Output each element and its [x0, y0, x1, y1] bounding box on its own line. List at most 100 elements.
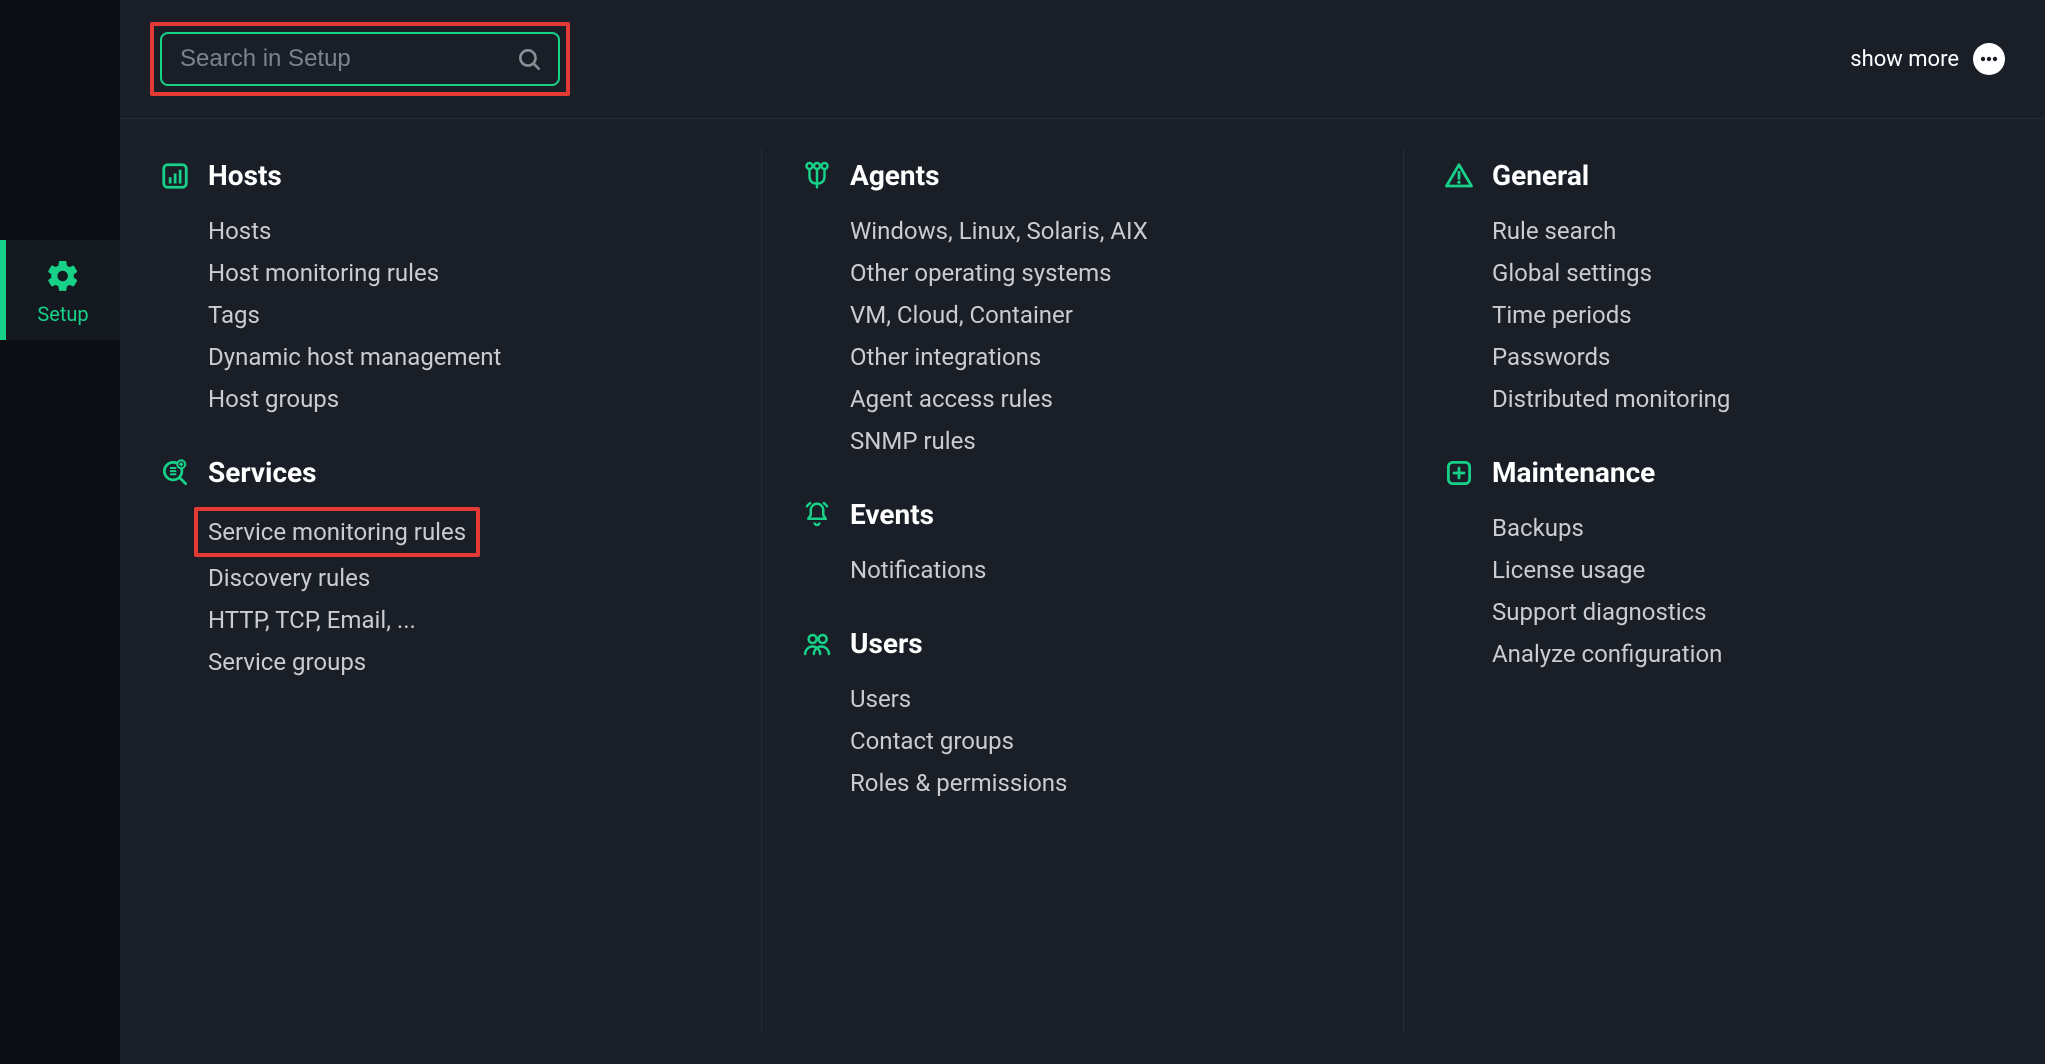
menu-item-label: Time periods [1492, 301, 1632, 329]
menu-item-label: Backups [1492, 514, 1584, 542]
item-list: Hosts Host monitoring rules Tags Dynamic ho… [160, 210, 721, 420]
section-title: Hosts [208, 159, 282, 192]
menu-item[interactable]: Time periods [1492, 294, 2005, 336]
section-header[interactable]: Agents [802, 159, 1363, 192]
branches-icon [802, 161, 832, 191]
item-list: Notifications [802, 549, 1363, 591]
menu-item-label: Service groups [208, 648, 366, 676]
menu-item-label: Discovery rules [208, 564, 370, 592]
search-icon[interactable] [516, 46, 542, 72]
menu-item-label: VM, Cloud, Container [850, 301, 1073, 329]
menu-item-label: Global settings [1492, 259, 1652, 287]
menu-item[interactable]: Service groups [208, 641, 721, 683]
menu-item[interactable]: Distributed monitoring [1492, 378, 2005, 420]
menu-item[interactable]: Hosts [208, 210, 721, 252]
menu-item-label: Host monitoring rules [208, 259, 439, 287]
item-list: Rule search Global settings Time periods Pa… [1444, 210, 2005, 420]
menu-item-label: Users [850, 685, 911, 713]
menu-item-label: Rule search [1492, 217, 1616, 245]
menu-item[interactable]: Service monitoring rules [208, 507, 721, 557]
search-highlight-box [150, 22, 570, 96]
menu-item-label: Notifications [850, 556, 986, 584]
menu-item[interactable]: Support diagnostics [1492, 591, 2005, 633]
show-more-label: show more [1850, 47, 1959, 72]
section-title: Events [850, 498, 934, 531]
search-input[interactable] [180, 45, 516, 73]
column: Agents Windows, Linux, Solaris, AIX Other … [761, 149, 1403, 1034]
column: Hosts Hosts Host monitoring rules Tags Dynam… [120, 149, 761, 1034]
rail-item-label: Setup [37, 302, 88, 326]
column: General Rule search Global settings Time pe… [1403, 149, 2045, 1034]
menu-item[interactable]: Agent access rules [850, 378, 1363, 420]
menu-item-label: Distributed monitoring [1492, 385, 1730, 413]
menu-item-label: HTTP, TCP, Email, ... [208, 606, 416, 634]
topbar: show more [120, 0, 2045, 119]
section-header[interactable]: Services [160, 456, 721, 489]
ellipsis-icon [1973, 43, 2005, 75]
section-hosts: Hosts Hosts Host monitoring rules Tags Dynam… [160, 159, 721, 420]
menu-item[interactable]: Discovery rules [208, 557, 721, 599]
menu-item[interactable]: Notifications [850, 549, 1363, 591]
menu-item[interactable]: Contact groups [850, 720, 1363, 762]
section-events: Events Notifications [802, 498, 1363, 591]
menu-item[interactable]: Tags [208, 294, 721, 336]
menu-item-label: Dynamic host management [208, 343, 501, 371]
menu-item-label: Analyze configuration [1492, 640, 1722, 668]
rail-item-setup[interactable]: Setup [0, 240, 120, 340]
gear-icon [45, 258, 81, 294]
search-box[interactable] [160, 32, 560, 86]
section-title: Services [208, 456, 317, 489]
menu-item[interactable]: HTTP, TCP, Email, ... [208, 599, 721, 641]
section-header[interactable]: Events [802, 498, 1363, 531]
menu-item[interactable]: Host monitoring rules [208, 252, 721, 294]
menu-item-label: Agent access rules [850, 385, 1053, 413]
section-title: Maintenance [1492, 456, 1655, 489]
menu-item-label: Windows, Linux, Solaris, AIX [850, 217, 1148, 245]
plus-box-icon [1444, 458, 1474, 488]
item-list: Backups License usage Support diagnostics A… [1444, 507, 2005, 675]
section-general: General Rule search Global settings Time pe… [1444, 159, 2005, 420]
show-more-button[interactable]: show more [1850, 43, 2005, 75]
menu-item[interactable]: Backups [1492, 507, 2005, 549]
section-services: Services Service monitoring rules Discover… [160, 456, 721, 683]
menu-item-label: Tags [208, 301, 260, 329]
menu-item[interactable]: License usage [1492, 549, 2005, 591]
magnify-plus-icon [160, 458, 190, 488]
menu-item[interactable]: Rule search [1492, 210, 2005, 252]
section-header[interactable]: General [1444, 159, 2005, 192]
bar-chart-icon [160, 161, 190, 191]
menu-item-label-highlighted: Service monitoring rules [194, 507, 480, 557]
menu-item-label: Roles & permissions [850, 769, 1067, 797]
menu-item[interactable]: VM, Cloud, Container [850, 294, 1363, 336]
menu-item-label: License usage [1492, 556, 1645, 584]
menu-item[interactable]: SNMP rules [850, 420, 1363, 462]
menu-item-label: Other operating systems [850, 259, 1112, 287]
menu-item[interactable]: Passwords [1492, 336, 2005, 378]
menu-item[interactable]: Other operating systems [850, 252, 1363, 294]
menu-item-label: SNMP rules [850, 427, 976, 455]
menu-item[interactable]: Global settings [1492, 252, 2005, 294]
menu-item-label: Passwords [1492, 343, 1610, 371]
section-header[interactable]: Hosts [160, 159, 721, 192]
section-header[interactable]: Users [802, 627, 1363, 660]
section-title: Users [850, 627, 923, 660]
menu-item-label: Contact groups [850, 727, 1014, 755]
menu-item[interactable]: Roles & permissions [850, 762, 1363, 804]
menu-item[interactable]: Host groups [208, 378, 721, 420]
menu-item[interactable]: Dynamic host management [208, 336, 721, 378]
section-title: Agents [850, 159, 939, 192]
menu-item[interactable]: Windows, Linux, Solaris, AIX [850, 210, 1363, 252]
section-title: General [1492, 159, 1589, 192]
menu-item-label: Support diagnostics [1492, 598, 1707, 626]
menu-item[interactable]: Analyze configuration [1492, 633, 2005, 675]
section-header[interactable]: Maintenance [1444, 456, 2005, 489]
users-icon [802, 629, 832, 659]
menu-item[interactable]: Other integrations [850, 336, 1363, 378]
bell-icon [802, 500, 832, 530]
main-panel: show more Hosts Hosts Host monitoring rule… [120, 0, 2045, 1064]
warning-icon [1444, 161, 1474, 191]
menu-item[interactable]: Users [850, 678, 1363, 720]
section-agents: Agents Windows, Linux, Solaris, AIX Other … [802, 159, 1363, 462]
left-rail: Setup [0, 0, 120, 1064]
menu-item-label: Other integrations [850, 343, 1041, 371]
